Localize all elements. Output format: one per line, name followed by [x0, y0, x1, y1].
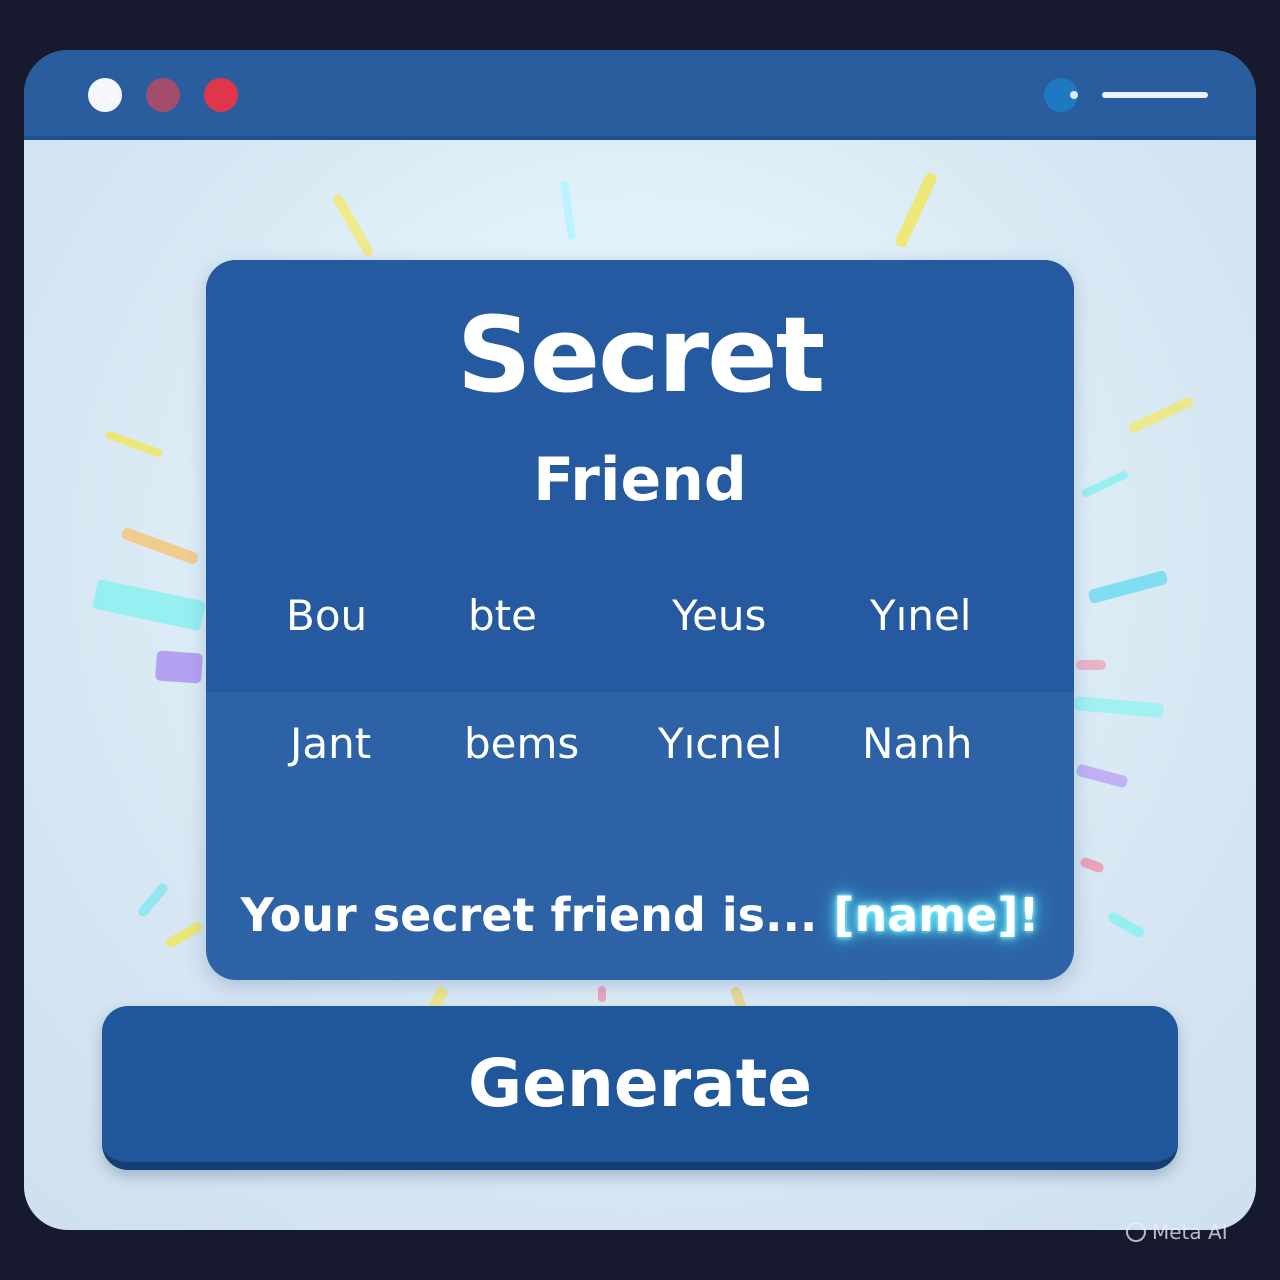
confetti-decoration [104, 429, 164, 459]
confetti-decoration [136, 881, 170, 919]
participant-name[interactable]: Yıcnel [658, 714, 783, 774]
main-content: Secret Friend Bou bte Yeus Yınel Jant be… [24, 140, 1256, 1230]
confetti-decoration [1075, 763, 1129, 789]
watermark: Meta AI [1126, 1218, 1228, 1246]
confetti-decoration [155, 650, 203, 684]
secret-friend-card: Secret Friend Bou bte Yeus Yınel Jant be… [206, 260, 1074, 980]
confetti-decoration [598, 986, 606, 1002]
participant-name[interactable]: Jant [290, 714, 371, 774]
participant-name[interactable]: Bou [286, 586, 367, 646]
participant-name[interactable]: Nanh [862, 714, 972, 774]
participant-name[interactable]: bte [468, 586, 537, 646]
confetti-decoration [1076, 660, 1106, 670]
confetti-decoration [559, 179, 577, 241]
close-window-button[interactable] [88, 78, 122, 112]
generate-button[interactable]: Generate [102, 1006, 1178, 1170]
confetti-decoration [1080, 469, 1130, 499]
confetti-decoration [1087, 569, 1169, 605]
menu-icon[interactable] [1102, 92, 1208, 98]
participant-name[interactable]: Yeus [672, 586, 766, 646]
participant-name[interactable]: bems [464, 714, 579, 774]
watermark-text: Meta AI [1152, 1220, 1228, 1244]
confetti-decoration [1106, 910, 1146, 940]
result-message: Your secret friend is... [name]! [206, 880, 1074, 950]
confetti-decoration [164, 920, 204, 950]
confetti-decoration [893, 171, 939, 249]
confetti-decoration [1073, 696, 1165, 718]
confetti-decoration [1127, 395, 1195, 435]
confetti-decoration [331, 192, 375, 258]
meta-ai-logo-icon [1126, 1222, 1146, 1242]
minimize-window-button[interactable] [146, 78, 180, 112]
result-prefix: Your secret friend is... [240, 888, 818, 942]
confetti-decoration [120, 526, 200, 566]
title-bar [24, 50, 1256, 140]
page-subtitle: Friend [533, 445, 747, 515]
participant-name[interactable]: Yınel [870, 586, 971, 646]
page-title: Secret [456, 294, 826, 416]
app-window: Secret Friend Bou bte Yeus Yınel Jant be… [24, 50, 1256, 1230]
confetti-decoration [1079, 856, 1105, 874]
maximize-window-button[interactable] [204, 78, 238, 112]
result-name: [name]! [833, 888, 1040, 942]
status-indicator-icon [1044, 78, 1078, 112]
confetti-decoration [92, 578, 206, 632]
